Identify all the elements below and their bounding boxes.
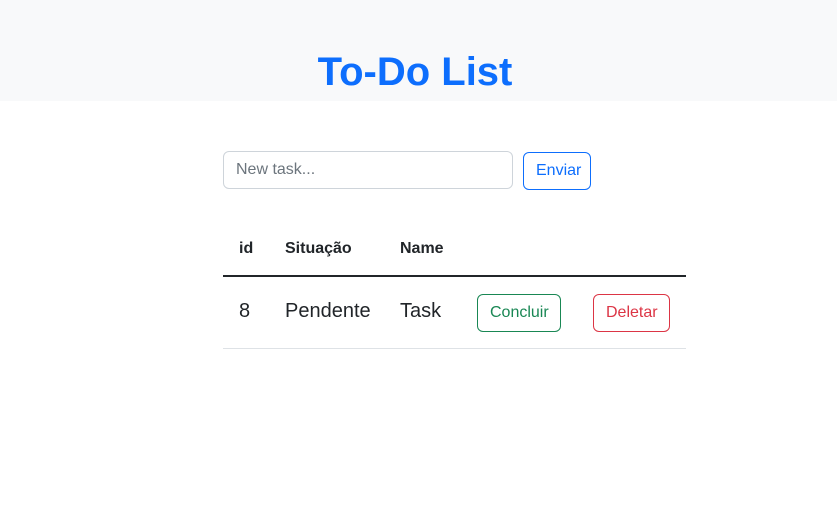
complete-button[interactable]: Concluir xyxy=(477,294,561,332)
column-header-status: Situação xyxy=(285,240,352,257)
column-header-name: Name xyxy=(400,240,444,257)
table-row-divider xyxy=(223,348,686,349)
submit-button[interactable]: Enviar xyxy=(523,152,591,190)
new-task-input[interactable] xyxy=(223,151,513,189)
page-title: To-Do List xyxy=(317,50,513,94)
table-header-divider xyxy=(223,275,686,277)
task-status: Pendente xyxy=(285,300,371,322)
task-id: 8 xyxy=(239,300,251,322)
page-header: To-Do List xyxy=(0,0,837,101)
delete-button[interactable]: Deletar xyxy=(593,294,670,332)
task-name: Task xyxy=(400,300,442,322)
column-header-id: id xyxy=(239,240,254,257)
